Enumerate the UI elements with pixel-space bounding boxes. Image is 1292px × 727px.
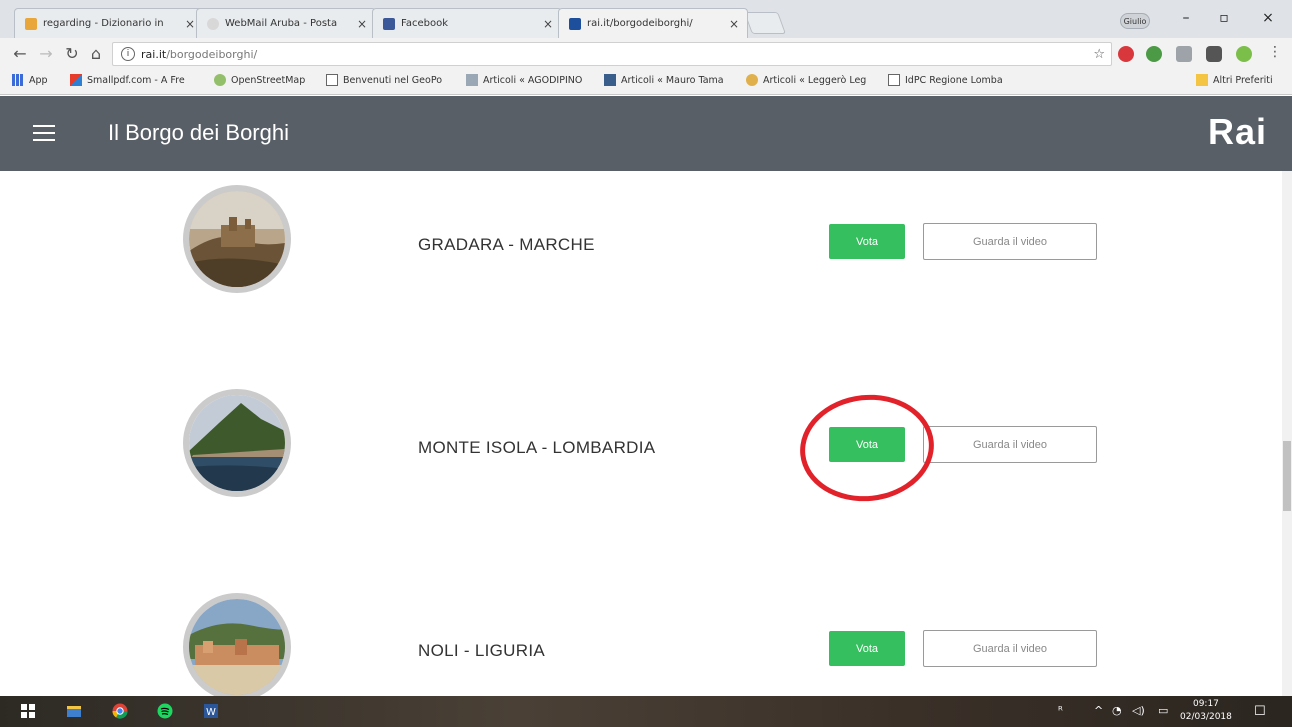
clock-time: 09:17 xyxy=(1192,699,1219,709)
tab-facebook[interactable]: Facebook × xyxy=(372,8,562,38)
tab-webmail[interactable]: WebMail Aruba - Posta × xyxy=(196,8,376,38)
village-name: GRADARA - MARCHE xyxy=(418,235,595,254)
page-icon xyxy=(326,74,338,86)
village-thumbnail-gradara xyxy=(183,185,291,293)
village-thumbnail-monte-isola xyxy=(183,389,291,497)
tab-rai[interactable]: rai.it/borgodeiborghi/ × xyxy=(558,8,748,38)
battery-icon[interactable]: ▭ xyxy=(1158,704,1168,717)
url-path: /borgodeiborghi/ xyxy=(166,47,258,61)
info-icon[interactable]: i xyxy=(121,47,135,61)
folder-icon xyxy=(1196,74,1208,86)
windows-taskbar: W ᴿ ^ ◔ ◁) ▭ 09:17 02/03/2018 ☐ xyxy=(0,696,1292,727)
spotify-icon[interactable] xyxy=(157,703,173,719)
tab-title: regarding - Dizionario in xyxy=(43,18,164,29)
bookmark-star-icon[interactable]: ☆ xyxy=(1093,47,1105,62)
back-arrow-icon[interactable]: ← xyxy=(10,44,30,63)
apps-grid-icon xyxy=(12,74,24,86)
windows-start-icon[interactable] xyxy=(20,703,36,719)
site-header: Il Borgo dei Borghi Rai xyxy=(0,96,1292,171)
article-icon xyxy=(466,74,478,86)
vote-button[interactable]: Vota xyxy=(829,427,905,462)
clock-date: 02/03/2018 xyxy=(1180,712,1232,722)
extension-adblock-icon[interactable] xyxy=(1118,46,1134,62)
village-name: MONTE ISOLA - LOMBARDIA xyxy=(418,438,656,457)
close-window-icon[interactable]: × xyxy=(1258,10,1278,26)
word-icon[interactable]: W xyxy=(203,703,219,719)
bookmark-leggero[interactable]: Articoli « Leggerò Leg xyxy=(746,74,866,86)
osm-icon xyxy=(214,74,226,86)
close-tab-icon[interactable]: × xyxy=(185,17,195,31)
bookmark-mauro-tama[interactable]: Articoli « Mauro Tama xyxy=(604,74,724,86)
page-icon xyxy=(888,74,900,86)
loading-favicon-icon xyxy=(207,17,219,30)
volume-icon[interactable]: ◁) xyxy=(1132,704,1145,717)
bookmarks-bar: App Smallpdf.com - A Fre OpenStreetMap B… xyxy=(0,70,1292,95)
close-tab-icon[interactable]: × xyxy=(543,17,553,31)
bookmark-geoportale[interactable]: Benvenuti nel GeoPo xyxy=(326,74,442,86)
taskbar-clock[interactable]: 09:17 02/03/2018 xyxy=(1180,698,1232,724)
bookmark-openstreetmap[interactable]: OpenStreetMap xyxy=(214,74,305,86)
facebook-favicon-icon xyxy=(383,17,395,30)
watch-video-button[interactable]: Guarda il video xyxy=(923,630,1097,667)
network-icon[interactable]: ◔ xyxy=(1112,704,1122,717)
vote-button[interactable]: Vota xyxy=(829,631,905,666)
bookmark-apps[interactable]: App xyxy=(12,74,48,86)
rai-logo[interactable]: Rai xyxy=(1208,111,1267,153)
extension-leaf-icon[interactable] xyxy=(1236,46,1252,62)
notification-center-icon[interactable]: ☐ xyxy=(1254,704,1266,719)
minimize-icon[interactable]: – xyxy=(1176,10,1196,26)
url-host: rai.it xyxy=(141,47,167,61)
village-list: GRADARA - MARCHE Vota Guarda il video MO… xyxy=(0,171,1282,696)
new-tab-button[interactable] xyxy=(743,12,787,34)
bookmark-other[interactable]: Altri Preferiti xyxy=(1196,74,1273,86)
village-row: GRADARA - MARCHE Vota Guarda il video xyxy=(0,185,1282,295)
watch-video-button[interactable]: Guarda il video xyxy=(923,223,1097,260)
reload-icon[interactable]: ↻ xyxy=(62,44,82,63)
watch-video-button[interactable]: Guarda il video xyxy=(923,426,1097,463)
svg-text:W: W xyxy=(206,707,216,718)
forward-arrow-icon[interactable]: → xyxy=(36,44,56,63)
tab-title: WebMail Aruba - Posta xyxy=(225,18,338,29)
extension-globe-icon[interactable] xyxy=(1146,46,1162,62)
browser-toolbar: ← → ↻ ⌂ i rai.it /borgodeiborghi/ ☆ ⋮ xyxy=(0,38,1292,70)
page-scrollbar[interactable] xyxy=(1282,171,1292,696)
article-icon xyxy=(604,74,616,86)
chrome-icon[interactable] xyxy=(112,703,128,719)
hamburger-menu-icon[interactable] xyxy=(33,125,55,141)
village-name: NOLI - LIGURIA xyxy=(418,641,546,660)
home-icon[interactable]: ⌂ xyxy=(86,44,106,63)
tab-title: rai.it/borgodeiborghi/ xyxy=(587,18,693,29)
pocket-icon[interactable] xyxy=(1206,46,1222,62)
village-row: NOLI - LIGURIA Vota Guarda il video xyxy=(0,593,1282,696)
tab-dizionario[interactable]: regarding - Dizionario in × xyxy=(14,8,204,38)
tray-expand-icon[interactable]: ^ xyxy=(1094,704,1103,717)
close-tab-icon[interactable]: × xyxy=(357,17,367,31)
maximize-icon[interactable]: ▫ xyxy=(1214,10,1234,26)
village-thumbnail-noli xyxy=(183,593,291,696)
profile-button[interactable]: Giulio xyxy=(1120,13,1150,29)
bookmark-idpc[interactable]: IdPC Regione Lomba xyxy=(888,74,1003,86)
bookmark-agodipino[interactable]: Articoli « AGODIPINO xyxy=(466,74,582,86)
extension-window-icon[interactable] xyxy=(1176,46,1192,62)
browser-tab-strip: regarding - Dizionario in × WebMail Arub… xyxy=(0,0,1292,38)
site-title: Il Borgo dei Borghi xyxy=(108,120,289,145)
bookmark-smallpdf[interactable]: Smallpdf.com - A Fre xyxy=(70,74,185,86)
smallpdf-icon xyxy=(70,74,82,86)
scrollbar-thumb[interactable] xyxy=(1283,441,1291,511)
wr-favicon-icon xyxy=(25,17,37,30)
address-bar[interactable]: i rai.it /borgodeiborghi/ ☆ xyxy=(112,42,1112,66)
article-icon xyxy=(746,74,758,86)
people-icon[interactable]: ᴿ xyxy=(1058,704,1063,717)
tab-title: Facebook xyxy=(401,18,448,29)
village-row: MONTE ISOLA - LOMBARDIA Vota Guarda il v… xyxy=(0,389,1282,499)
close-tab-icon[interactable]: × xyxy=(729,17,739,31)
file-explorer-icon[interactable] xyxy=(66,703,82,719)
rai-favicon-icon xyxy=(569,17,581,30)
browser-menu-icon[interactable]: ⋮ xyxy=(1268,44,1282,60)
vote-button[interactable]: Vota xyxy=(829,224,905,259)
